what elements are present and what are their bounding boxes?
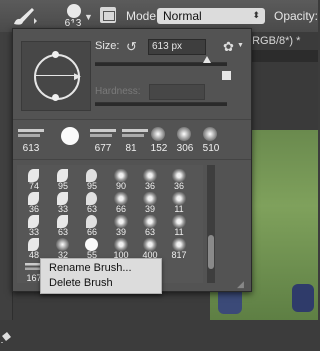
menu-item-rename-brush[interactable]: Rename Brush...	[49, 262, 132, 274]
hardness-input[interactable]	[149, 84, 205, 100]
brush-size: 63	[86, 204, 97, 214]
brush-preset-cell[interactable]: 63	[52, 215, 74, 237]
menu-item-delete-brush[interactable]: Delete Brush	[49, 277, 113, 289]
brush-preset-cell[interactable]: 11	[168, 215, 190, 237]
brush-preset-cell[interactable]: 90	[110, 169, 132, 191]
brush-swatch[interactable]	[177, 127, 191, 141]
brush-preset-cell[interactable]: 74	[23, 169, 45, 191]
hardness-label: Hardness:	[95, 86, 141, 97]
brush-size: 39	[115, 227, 126, 237]
brush-swatch[interactable]	[151, 127, 165, 141]
context-menu: Rename Brush... Delete Brush	[40, 258, 162, 294]
chevron-down-icon: ▼	[84, 12, 93, 22]
brush-preset-cell[interactable]: 66	[110, 192, 132, 214]
recent-brushes-row: 613 677 81 152 306 510	[17, 125, 247, 157]
mode-value: Normal	[163, 9, 202, 23]
brush-preset-cell[interactable]: 39	[110, 215, 132, 237]
brush-swatch[interactable]	[203, 127, 217, 141]
size-input[interactable]: 613 px	[148, 39, 206, 55]
brush-size: 63	[144, 227, 155, 237]
mode-label: Mode:	[126, 9, 160, 23]
size-label: Size:	[95, 40, 120, 52]
brush-size: 817	[171, 250, 187, 260]
brush-size: 677	[94, 143, 112, 154]
brush-preset-cell[interactable]: 95	[81, 169, 103, 191]
document-title: , RGB/8*) *	[246, 35, 301, 47]
brush-preset-cell[interactable]: 36	[23, 192, 45, 214]
brush-preset-cell[interactable]: 95	[52, 169, 74, 191]
brush-size: 11	[174, 204, 184, 214]
brush-size: 63	[57, 227, 68, 237]
brush-preset-cell[interactable]: 39	[139, 192, 161, 214]
reset-size-icon[interactable]: ↺	[126, 39, 137, 55]
size-slider[interactable]	[95, 56, 227, 66]
brush-size: 90	[115, 181, 126, 191]
brush-preset-cell[interactable]: 817	[168, 238, 190, 260]
brush-swatch[interactable]	[17, 127, 45, 143]
brush-size: 66	[115, 204, 126, 214]
brush-settings-icon[interactable]	[222, 71, 231, 80]
brush-swatch[interactable]	[89, 127, 117, 141]
gear-icon[interactable]: ✿	[223, 39, 234, 55]
scrollbar-thumb[interactable]	[208, 235, 214, 269]
person-figure	[292, 284, 314, 312]
brush-size: 36	[173, 181, 184, 191]
brush-preset-cell[interactable]: 55	[81, 238, 103, 260]
size-value: 613 px	[152, 41, 183, 52]
brush-panel-toggle-icon[interactable]	[100, 7, 116, 23]
chevron-updown-icon: ⬍	[252, 10, 260, 20]
brush-preset-popup: ▶ Size: ↺ 613 px ✿ ▼ Hardness: 613 677 8…	[12, 28, 252, 292]
brush-size: 613	[22, 143, 40, 154]
roundness-handle-bottom[interactable]	[52, 94, 59, 101]
brush-size: 510	[202, 143, 220, 154]
brush-preset-cell[interactable]: 33	[52, 192, 74, 214]
divider	[13, 119, 251, 120]
brush-preset-cell[interactable]: 63	[81, 192, 103, 214]
brush-tool-icon[interactable]	[10, 4, 40, 28]
chevron-down-icon: ▼	[237, 42, 244, 49]
brush-preset-cell[interactable]: 36	[168, 169, 190, 191]
brush-swatch[interactable]	[121, 127, 149, 141]
brush-preset-cell[interactable]: 11	[168, 192, 190, 214]
brush-size: 33	[57, 204, 68, 214]
hardness-slider[interactable]	[95, 102, 227, 106]
brush-size: 33	[28, 227, 39, 237]
divider	[13, 159, 251, 160]
brush-size: 95	[86, 181, 97, 191]
brush-preset-cell[interactable]: 48	[23, 238, 45, 260]
grid-scrollbar[interactable]	[207, 165, 215, 283]
paint-bucket-icon[interactable]	[0, 330, 12, 346]
brush-preset-cell[interactable]: 32	[52, 238, 74, 260]
brush-swatch[interactable]	[61, 127, 79, 145]
brush-size: 95	[57, 181, 68, 191]
brush-angle-preview[interactable]: ▶	[21, 41, 91, 111]
arrowhead-icon: ▶	[74, 71, 81, 81]
brush-size: 39	[144, 204, 155, 214]
brush-preset-cell[interactable]: 36	[139, 169, 161, 191]
opacity-label: Opacity:	[274, 9, 319, 23]
brush-size: 36	[144, 181, 155, 191]
brush-tip-icon	[67, 4, 81, 18]
resize-handle-icon[interactable]: ◢	[237, 279, 244, 290]
brush-size: 36	[28, 204, 39, 214]
brush-size: 306	[176, 143, 194, 154]
brush-preset-cell[interactable]: 400	[139, 238, 161, 260]
brush-size: 66	[86, 227, 97, 237]
brush-preset-cell[interactable]: 33	[23, 215, 45, 237]
size-slider-thumb[interactable]	[203, 56, 212, 63]
mode-select[interactable]: Normal ⬍	[157, 8, 265, 24]
brush-preset-cell[interactable]: 66	[81, 215, 103, 237]
brush-size: 11	[174, 227, 184, 237]
roundness-handle-top[interactable]	[52, 51, 59, 58]
angle-arrow	[36, 75, 74, 76]
brush-preset-cell[interactable]: 100	[110, 238, 132, 260]
brush-preset-cell[interactable]: 63	[139, 215, 161, 237]
brush-size: 74	[28, 181, 39, 191]
brush-size: 152	[150, 143, 168, 154]
brush-size: 81	[125, 143, 137, 154]
